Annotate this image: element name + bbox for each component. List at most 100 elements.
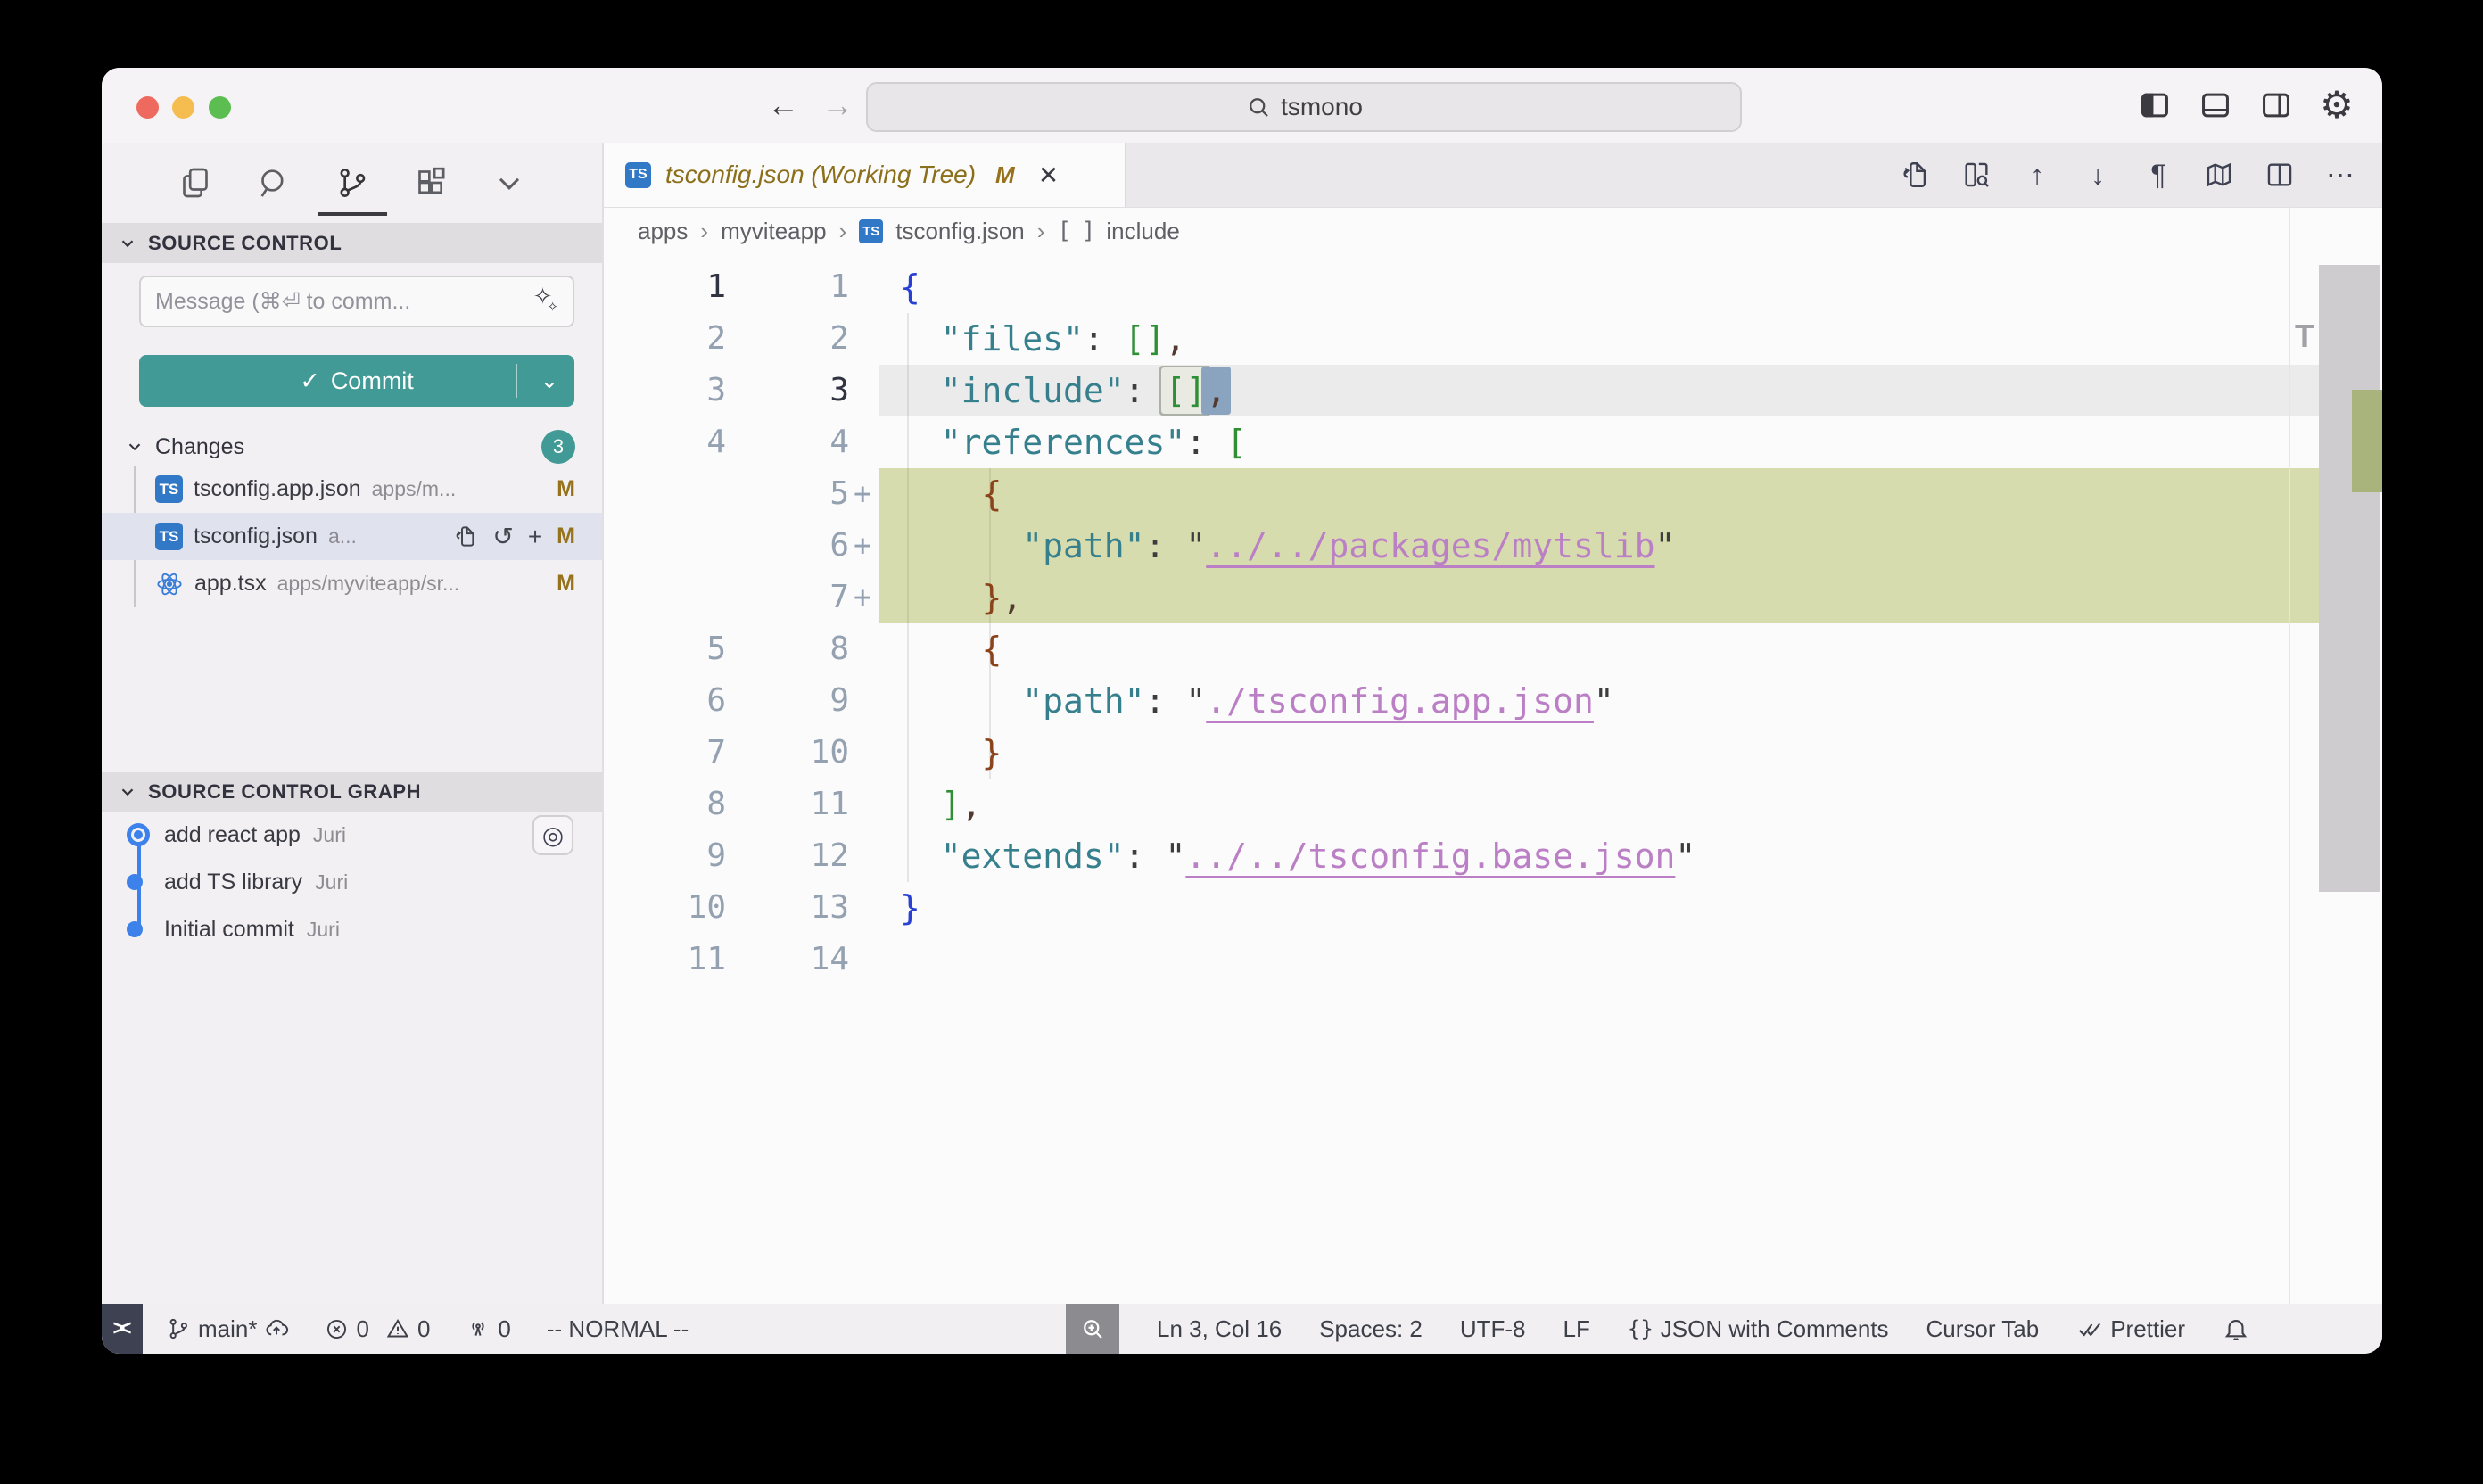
status-bar: >< main* 0 0 [102,1304,2382,1354]
zoom-indicator[interactable] [1066,1304,1119,1354]
inline-view-icon[interactable] [1961,160,1992,190]
titlebar-actions: ⚙ [2138,68,2354,143]
back-icon[interactable]: ← [767,86,799,125]
ports-status[interactable]: 0 [466,1315,510,1343]
commit-row[interactable]: add react appJuri◎ [102,812,602,859]
code-token: : [1125,371,1166,410]
path-link[interactable]: ../../packages/mytslib [1206,526,1654,565]
publish-cloud-icon [264,1316,289,1341]
path-link[interactable]: ../../tsconfig.base.json [1185,837,1675,876]
code-token: , [961,785,982,824]
goto-current-history-item-icon[interactable]: ◎ [532,815,573,855]
file-name: app.tsx [194,571,267,597]
split-editor-icon[interactable] [2264,160,2295,190]
check-icon: ✓ [300,367,320,395]
old-line-number: 4 [604,416,726,468]
previous-change-icon[interactable]: ↑ [2022,160,2052,190]
more-actions-icon[interactable]: ⋯ [2325,160,2355,190]
source-control-graph-header[interactable]: SOURCE CONTROL GRAPH [102,772,602,812]
new-line-number: 5 [726,468,849,520]
tab-close-icon[interactable]: ✕ [1038,161,1059,190]
path-link[interactable]: ./tsconfig.app.json [1206,681,1594,721]
commit-button[interactable]: ✓ Commit ⌄ [139,355,574,407]
cursor-position-status[interactable]: Ln 3, Col 16 [1157,1315,1282,1343]
new-line-number: 3 [726,365,849,416]
render-whitespace-icon[interactable]: ¶ [2143,160,2174,190]
diff-added-highlight [879,468,2319,520]
commit-dropdown-chevron-icon[interactable]: ⌄ [540,368,558,394]
commit-author: Juri [315,870,348,895]
code-line: 6+ "path": "../../packages/mytslib" [604,520,2382,572]
toggle-secondary-sidebar-icon[interactable] [2259,88,2293,122]
search-text: tsmono [1281,93,1363,121]
command-center-search[interactable]: tsmono [866,82,1742,132]
problems-status[interactable]: 0 0 [325,1315,430,1343]
commit-message-input[interactable]: Message (⌘⏎ to comm... ✧✧ [139,276,574,327]
toggle-primary-sidebar-icon[interactable] [2138,88,2172,122]
forward-icon[interactable]: → [821,86,854,125]
changes-section-header[interactable]: Changes 3 [102,428,602,466]
eol-status[interactable]: LF [1563,1315,1590,1343]
code-text: "references": [ [900,416,1247,468]
code-token: { [900,268,920,307]
code-area[interactable]: 11{22 "files": [],33 "include": [],44 "r… [604,255,2382,1304]
old-line-number: 9 [604,830,726,882]
breadcrumb-item-apps[interactable]: apps [638,218,688,245]
vim-mode-indicator[interactable]: -- NORMAL -- [547,1315,689,1343]
prettier-status[interactable]: Prettier [2076,1315,2185,1343]
commit-row[interactable]: Initial commitJuri [102,906,602,953]
generate-commit-message-icon[interactable]: ✧✧ [533,287,558,317]
encoding-status[interactable]: UTF-8 [1460,1315,1526,1343]
modified-badge: M [557,571,575,597]
settings-gear-icon[interactable]: ⚙ [2320,88,2354,122]
search-view-icon[interactable] [255,164,293,202]
vertical-scrollbar[interactable] [2319,265,2380,892]
breadcrumb-item-myviteapp[interactable]: myviteapp [721,218,827,245]
code-token: : [1145,681,1186,721]
breadcrumb-item-include[interactable]: include [1106,218,1179,245]
open-file-icon[interactable] [454,524,478,548]
code-line: 1013} [604,882,2382,934]
new-line-number: 7 [726,572,849,623]
close-window-button[interactable] [136,96,159,119]
zoom-window-button[interactable] [209,96,231,119]
source-control-graph-title: SOURCE CONTROL GRAPH [148,780,421,804]
new-line-number: 8 [726,623,849,675]
source-control-icon[interactable] [334,164,371,202]
changed-file-row[interactable]: app.tsx apps/myviteapp/sr... M [102,560,602,607]
code-token [900,630,982,669]
cursor-tab-status[interactable]: Cursor Tab [1926,1315,2040,1343]
commit-author: Juri [307,918,340,942]
new-line-number: 13 [726,882,849,934]
stage-changes-icon[interactable]: + [528,523,542,551]
added-line-plus: + [854,468,871,520]
source-control-section-header[interactable]: SOURCE CONTROL [102,223,602,263]
explorer-icon[interactable] [177,164,214,202]
toggle-panel-icon[interactable] [2198,88,2232,122]
minimize-window-button[interactable] [172,96,194,119]
remote-indicator[interactable]: >< [102,1304,143,1354]
extensions-icon[interactable] [412,164,450,202]
file-path: apps/myviteapp/sr... [277,572,460,596]
changed-file-row[interactable]: TStsconfig.app.jsonapps/m...M [102,466,602,513]
code-token [900,423,941,462]
next-change-icon[interactable]: ↓ [2083,160,2113,190]
commit-row[interactable]: add TS libraryJuri [102,859,602,906]
code-token: "references" [941,423,1186,462]
code-token: [] [1125,319,1166,359]
file-name: tsconfig.app.json [194,476,361,502]
tab-tsconfig-working-tree[interactable]: TS tsconfig.json (Working Tree) M ✕ [604,143,1126,207]
notifications-bell-icon[interactable] [2223,1315,2249,1342]
more-views-chevron-icon[interactable] [491,164,528,202]
open-file-icon[interactable] [1901,160,1931,190]
changes-list: TStsconfig.app.jsonapps/m...MTStsconfig.… [102,466,602,607]
changed-file-row[interactable]: TStsconfig.jsona...↺+M [102,513,602,560]
branch-status[interactable]: main* [166,1315,289,1343]
minimap-icon[interactable] [2204,160,2234,190]
breadcrumb-item-tsconfig.json[interactable]: tsconfig.json [895,218,1025,245]
indentation-status[interactable]: Spaces: 2 [1319,1315,1423,1343]
code-token: "path" [1022,526,1144,565]
discard-changes-icon[interactable]: ↺ [492,522,513,551]
commit-node-icon [127,874,143,890]
language-mode-status[interactable]: {} JSON with Comments [1628,1315,1889,1343]
